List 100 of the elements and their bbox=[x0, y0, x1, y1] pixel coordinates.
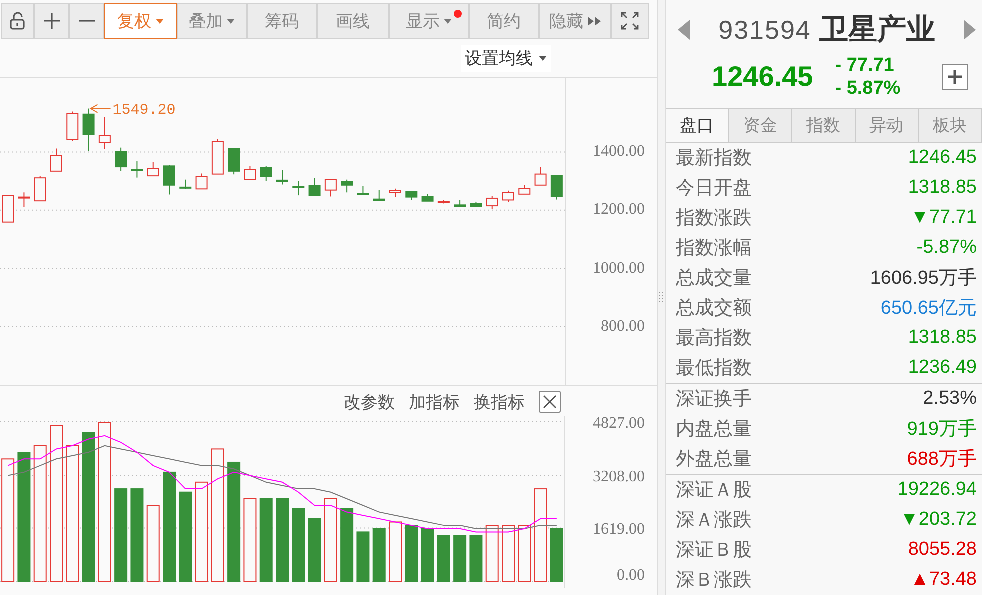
candlestick bbox=[276, 170, 288, 186]
volume-bar bbox=[356, 532, 370, 582]
expand-icon bbox=[620, 11, 640, 31]
moving-average-dropdown[interactable]: 设置均线 bbox=[461, 44, 551, 72]
quote-value: 1318.85 bbox=[908, 327, 977, 349]
quote-label: 外盘总量 bbox=[676, 448, 752, 472]
volume-bar bbox=[486, 525, 499, 582]
quote-value: 1606.95万手 bbox=[870, 267, 977, 291]
add-button[interactable] bbox=[942, 64, 968, 90]
quote-value: 19226.94 bbox=[898, 479, 977, 501]
volume-bar bbox=[454, 535, 467, 582]
indicator-action[interactable]: 加指标 bbox=[409, 390, 460, 414]
candlestick bbox=[82, 108, 95, 152]
stock-code: 931594 bbox=[718, 15, 812, 45]
toolbar-button[interactable]: 叠加 bbox=[177, 3, 247, 39]
caret-icon bbox=[444, 18, 452, 24]
quote-label: 内盘总量 bbox=[676, 418, 752, 442]
current-price: 1246.45 bbox=[712, 61, 814, 93]
quote-label: 最高指数 bbox=[676, 327, 752, 351]
quote-value: 1246.45 bbox=[908, 147, 977, 169]
quote-value: 8055.28 bbox=[908, 539, 977, 561]
toolbar-button[interactable]: 画线 bbox=[317, 3, 389, 39]
padlock-icon bbox=[8, 11, 28, 31]
panel-tab[interactable]: 指数 bbox=[792, 109, 856, 142]
price-change: - 77.71 bbox=[835, 54, 896, 77]
candlestick bbox=[164, 164, 176, 196]
quote-label: 最低指数 bbox=[676, 357, 752, 381]
volume-bar bbox=[470, 535, 483, 582]
candlestick bbox=[518, 184, 531, 195]
indicator-action[interactable]: 换指标 bbox=[474, 390, 525, 414]
quote-label: 总成交额 bbox=[676, 297, 752, 321]
stock-name: 卫星产业 bbox=[819, 14, 936, 46]
quote-value: 919万手 bbox=[907, 418, 977, 442]
candlestick bbox=[534, 166, 547, 186]
zoom-in-button[interactable] bbox=[34, 3, 69, 39]
quote-label: 深Ａ涨跌 bbox=[676, 509, 752, 533]
candlestick bbox=[292, 180, 305, 196]
panel-tab[interactable]: 资金 bbox=[729, 109, 792, 142]
candlestick bbox=[196, 173, 208, 190]
quote-value: 1318.85 bbox=[908, 177, 977, 199]
grip-icon bbox=[659, 292, 664, 303]
candlestick bbox=[406, 191, 418, 201]
candlestick bbox=[18, 192, 30, 208]
quote-label: 深证换手 bbox=[676, 388, 752, 412]
candlestick bbox=[34, 176, 46, 202]
toolbar-button[interactable]: 显示 bbox=[389, 3, 469, 39]
volume-bar bbox=[421, 528, 434, 582]
axis-label: 0.00 bbox=[617, 567, 645, 584]
candlestick bbox=[50, 148, 62, 172]
quote-value: ▼77.71 bbox=[910, 207, 977, 229]
axis-label: 1200.00 bbox=[593, 200, 645, 220]
caret-icon bbox=[227, 18, 235, 24]
caret-icon bbox=[539, 56, 547, 60]
quote-value: ▼203.72 bbox=[900, 509, 977, 531]
candlestick bbox=[341, 179, 354, 194]
axis-label: 800.00 bbox=[601, 316, 645, 337]
left-arrow-icon[interactable] bbox=[678, 20, 690, 40]
toolbar-button[interactable]: 筹码 bbox=[247, 3, 317, 39]
quote-label: 指数涨幅 bbox=[676, 237, 752, 261]
indicator-action[interactable]: 改参数 bbox=[344, 390, 395, 414]
candlestick bbox=[486, 196, 498, 210]
close-button[interactable] bbox=[539, 391, 561, 413]
quote-value: -5.87% bbox=[916, 237, 977, 259]
panel-tab[interactable]: 板块 bbox=[918, 109, 982, 142]
candlestick bbox=[98, 116, 111, 150]
candlestick bbox=[147, 162, 160, 177]
quote-value: ▲73.48 bbox=[910, 569, 977, 591]
volume-bar bbox=[405, 525, 418, 582]
candlestick bbox=[422, 194, 434, 202]
quote-label: 深Ｂ涨跌 bbox=[676, 569, 752, 593]
arrow-icon bbox=[90, 104, 112, 114]
toolbar-button[interactable]: 隐藏 bbox=[539, 3, 611, 39]
high-price-label: 1549.20 bbox=[112, 102, 176, 119]
fullscreen-button[interactable] bbox=[611, 3, 649, 39]
quote-label: 指数涨跌 bbox=[676, 207, 752, 231]
candlestick bbox=[390, 188, 402, 198]
candlestick bbox=[470, 201, 482, 208]
quote-label: 最新指数 bbox=[676, 147, 752, 171]
plus-icon bbox=[946, 68, 964, 86]
zoom-out-button[interactable] bbox=[69, 3, 104, 39]
candlestick bbox=[180, 179, 192, 190]
candlestick bbox=[260, 166, 272, 182]
volume-bar bbox=[502, 525, 515, 582]
axis-label: 1400.00 bbox=[593, 142, 645, 162]
toolbar-button[interactable]: 复权 bbox=[104, 3, 177, 39]
candlestick bbox=[502, 190, 514, 203]
volume-bar bbox=[550, 528, 564, 582]
quote-label: 深证Ａ股 bbox=[676, 479, 752, 503]
axis-label: 1619.00 bbox=[593, 521, 645, 538]
toolbar-button[interactable]: 简约 bbox=[469, 3, 539, 39]
candlestick bbox=[454, 200, 466, 208]
plus-icon bbox=[42, 11, 62, 31]
panel-tab[interactable]: 异动 bbox=[856, 109, 919, 142]
lock-button[interactable] bbox=[1, 3, 34, 39]
candlestick bbox=[66, 111, 79, 142]
volume-bar bbox=[518, 525, 532, 582]
candlestick bbox=[115, 147, 128, 172]
quote-value: 650.65亿元 bbox=[880, 297, 977, 321]
axis-label: 1000.00 bbox=[593, 258, 645, 279]
right-arrow-icon[interactable] bbox=[964, 20, 976, 40]
